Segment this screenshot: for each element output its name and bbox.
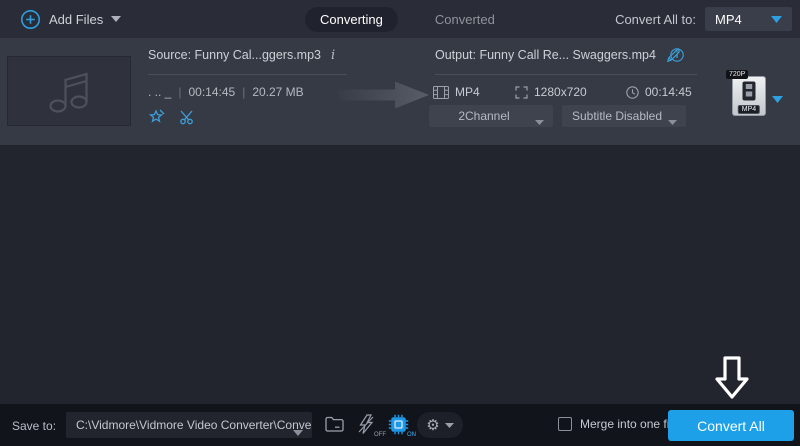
resolution-expand-icon [515, 85, 528, 99]
file-list-item[interactable]: Source: Funny Cal...ggers.mp3 i . .. _ |… [0, 38, 800, 145]
add-files-label: Add Files [49, 11, 104, 27]
output-duration-value: 00:14:45 [645, 85, 692, 99]
source-info-icon[interactable]: i [331, 48, 335, 63]
source-meta-truncated: . .. _ [148, 85, 172, 99]
settings-button[interactable]: ⚙ [417, 412, 463, 438]
effect-star-edit-icon[interactable] [148, 108, 166, 125]
audio-channel-select[interactable]: 2Channel [429, 105, 553, 127]
add-files-button[interactable]: Add Files [20, 0, 122, 38]
edit-tools [148, 108, 196, 125]
source-to-output-arrow-icon [338, 80, 430, 115]
convert-all-button[interactable]: Convert All [668, 410, 794, 441]
file-list-empty-area [0, 145, 800, 404]
chevron-down-icon [535, 114, 544, 128]
convert-all-to-value: MP4 [715, 11, 742, 27]
output-title-row: Output: Funny Call Re... Swaggers.mp4 [435, 46, 681, 64]
meta-separator: | [178, 85, 182, 99]
tab-converted[interactable]: Converted [420, 7, 510, 32]
source-filename: Source: Funny Cal...ggers.mp3 [148, 48, 321, 62]
chevron-down-icon [444, 422, 454, 428]
source-meta-row: . .. _ | 00:14:45 | 20.27 MB [148, 85, 304, 99]
merge-label: Merge into one file [580, 417, 679, 431]
meta-separator: | [242, 85, 246, 99]
output-format-group: MP4 [433, 84, 480, 100]
save-path-select[interactable]: C:\Vidmore\Vidmore Video Converter\Conve… [66, 412, 312, 438]
output-divider [435, 74, 697, 75]
vidmore-converter-window: Add Files Converting Converted Convert A… [0, 0, 800, 446]
output-format-value: MP4 [455, 85, 480, 99]
chevron-down-icon [293, 423, 303, 441]
source-divider [148, 74, 347, 75]
output-profile-selector[interactable]: 720P MP4 [726, 70, 784, 125]
convert-all-to-select[interactable]: MP4 [705, 7, 792, 31]
output-filename: Output: Funny Call Re... Swaggers.mp4 [435, 48, 656, 62]
source-duration: 00:14:45 [188, 85, 236, 99]
subtitle-value: Subtitle Disabled [571, 109, 663, 123]
profile-thumbnail: MP4 [732, 76, 766, 116]
convert-all-to-group: Convert All to: MP4 [615, 0, 792, 38]
profile-resolution-badge: 720P [726, 70, 749, 79]
convert-all-to-label: Convert All to: [615, 11, 696, 27]
source-file-size: 20.27 MB [252, 85, 304, 99]
music-note-icon [45, 65, 93, 117]
gpu-on-label: ON [407, 432, 416, 438]
cut-scissors-icon[interactable] [179, 108, 196, 125]
clock-icon [626, 85, 639, 99]
open-folder-button[interactable] [324, 416, 345, 438]
film-icon [433, 85, 449, 99]
chevron-down-icon [111, 16, 122, 22]
file-thumbnail [7, 56, 131, 126]
save-to-label: Save to: [12, 419, 57, 433]
gear-icon: ⚙ [426, 416, 440, 434]
audio-channel-value: 2Channel [458, 109, 510, 123]
source-title-row: Source: Funny Cal...ggers.mp3 i [148, 46, 335, 64]
chevron-down-icon [772, 90, 783, 108]
hardware-accel-off-button[interactable]: OFF [357, 414, 386, 438]
gpu-accel-on-button[interactable]: ON [388, 414, 416, 438]
output-resolution-group: 1280x720 [515, 84, 587, 100]
subtitle-select[interactable]: Subtitle Disabled [562, 105, 686, 127]
add-circle-icon [20, 9, 41, 30]
view-tabs: Converting Converted [305, 0, 510, 38]
hint-down-arrow-icon [712, 355, 752, 408]
save-path-value: C:\Vidmore\Vidmore Video Converter\Conve… [76, 418, 312, 432]
bottom-toolbar: Save to: C:\Vidmore\Vidmore Video Conver… [0, 404, 800, 446]
chevron-down-icon [771, 15, 782, 23]
output-info-icon[interactable] [670, 48, 684, 67]
profile-format-badge: MP4 [737, 105, 761, 114]
tab-converting[interactable]: Converting [305, 6, 398, 32]
hw-off-label: OFF [374, 432, 386, 438]
merge-checkbox[interactable] [558, 417, 572, 431]
top-toolbar: Add Files Converting Converted Convert A… [0, 0, 800, 38]
merge-into-one-file-option[interactable]: Merge into one file [558, 417, 679, 431]
output-duration-group: 00:14:45 [626, 84, 692, 100]
chevron-down-icon [668, 114, 677, 128]
output-resolution-value: 1280x720 [534, 85, 587, 99]
